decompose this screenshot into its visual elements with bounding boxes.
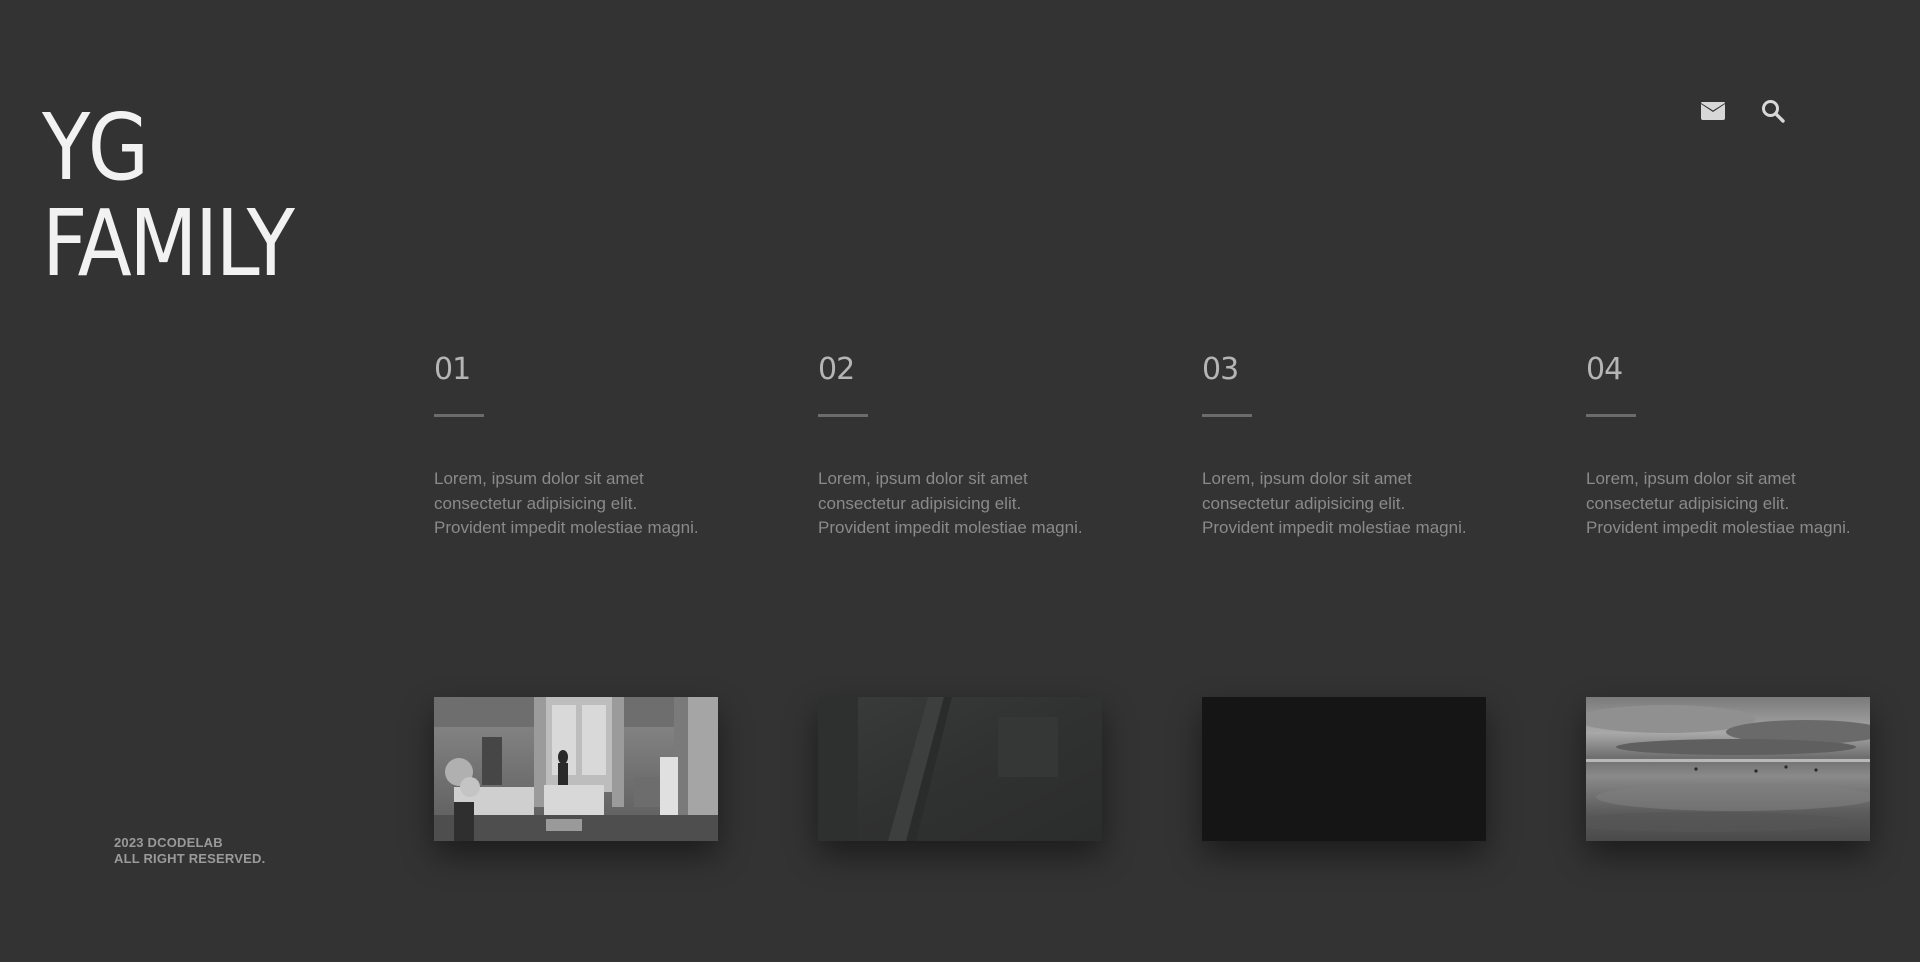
card-description: Lorem, ipsum dolor sit amet consectetur … bbox=[434, 469, 699, 537]
card-list: 01 Lorem, ipsum dolor sit amet consectet… bbox=[434, 352, 1870, 841]
card-thumbnail-sea[interactable] bbox=[1586, 696, 1870, 841]
card-number: 04 bbox=[1586, 352, 1623, 387]
card-number: 03 bbox=[1202, 352, 1239, 387]
footer-line-1: 2023 DCODELAB bbox=[114, 835, 223, 850]
card-number: 01 bbox=[434, 352, 471, 387]
card-01: 01 Lorem, ipsum dolor sit amet consectet… bbox=[434, 352, 718, 841]
card-divider bbox=[434, 414, 484, 417]
card-description: Lorem, ipsum dolor sit amet consectetur … bbox=[1586, 469, 1851, 537]
card-description: Lorem, ipsum dolor sit amet consectetur … bbox=[818, 469, 1083, 537]
card-thumbnail-black[interactable] bbox=[1202, 696, 1486, 841]
search-icon[interactable] bbox=[1760, 98, 1786, 124]
footer-copyright: 2023 DCODELAB ALL RIGHT RESERVED. bbox=[114, 835, 265, 867]
card-divider bbox=[1586, 414, 1636, 417]
page: YG FAMILY 01 Lorem, ipsum dolor sit amet… bbox=[0, 0, 1920, 962]
card-divider bbox=[1202, 414, 1252, 417]
card-04: 04 Lorem, ipsum dolor sit amet consectet… bbox=[1586, 352, 1870, 841]
logo-line-2: FAMILY bbox=[42, 190, 295, 297]
card-02: 02 Lorem, ipsum dolor sit amet consectet… bbox=[818, 352, 1102, 841]
logo-line-1: YG bbox=[42, 94, 149, 201]
site-logo[interactable]: YG FAMILY bbox=[42, 94, 295, 297]
card-thumbnail-blur[interactable] bbox=[818, 696, 1102, 841]
footer-line-2: ALL RIGHT RESERVED. bbox=[114, 851, 266, 866]
card-description: Lorem, ipsum dolor sit amet consectetur … bbox=[1202, 469, 1467, 537]
top-icon-bar bbox=[1700, 98, 1786, 124]
card-divider bbox=[818, 414, 868, 417]
card-thumbnail-room[interactable] bbox=[434, 696, 718, 841]
card-number: 02 bbox=[818, 352, 855, 387]
mail-icon[interactable] bbox=[1700, 98, 1726, 124]
card-03: 03 Lorem, ipsum dolor sit amet consectet… bbox=[1202, 352, 1486, 841]
